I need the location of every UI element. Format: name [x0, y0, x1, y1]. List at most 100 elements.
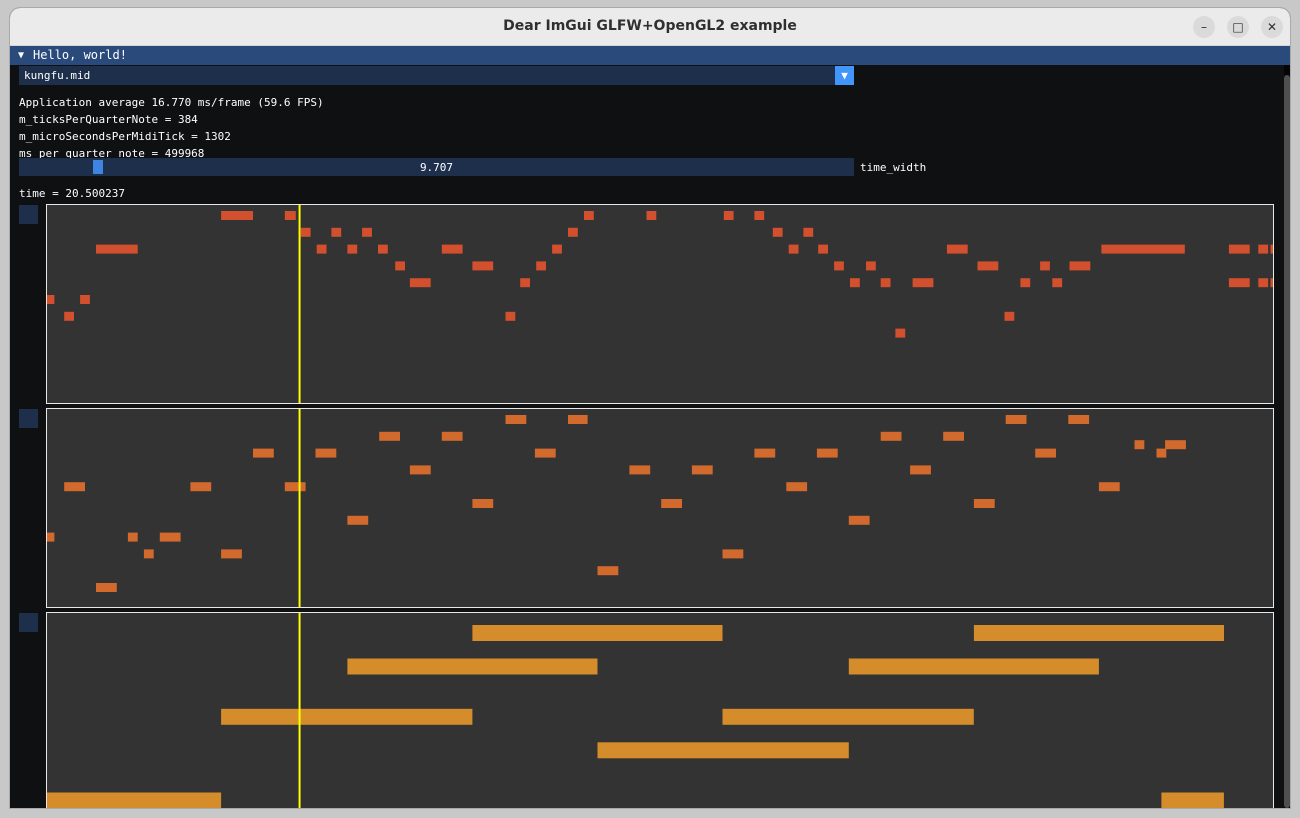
note-t1-15: [378, 244, 388, 254]
note-t2-21: [64, 482, 85, 492]
track-2-button[interactable]: [19, 409, 38, 428]
note-t1-42: [1270, 278, 1273, 288]
note-t2-10: [253, 448, 274, 458]
note-t2-9: [1165, 440, 1186, 450]
note-t2-18: [629, 465, 651, 475]
note-t1-33: [409, 278, 431, 288]
note-t3-8: [1161, 792, 1224, 808]
note-t1-19: [818, 244, 828, 254]
note-t3-1: [973, 625, 1224, 641]
note-t2-14: [816, 448, 838, 458]
note-t2-3: [1068, 415, 1090, 424]
note-t2-26: [472, 499, 494, 508]
note-t3-5: [722, 708, 974, 725]
note-t3-2: [347, 658, 598, 675]
track-3-piano-roll: [46, 612, 1274, 808]
note-t1-14: [347, 244, 358, 254]
note-t2-25: [1098, 482, 1120, 492]
note-t1-17: [552, 244, 562, 254]
note-t1-7: [331, 227, 342, 237]
note-t2-38: [96, 583, 117, 592]
note-t2-2: [1005, 415, 1027, 424]
note-t1-0: [221, 211, 253, 220]
note-t1-43: [47, 295, 55, 304]
note-t1-32: [1069, 261, 1091, 271]
note-t2-29: [347, 515, 369, 525]
note-t1-44: [80, 295, 90, 304]
note-t3-4: [221, 708, 473, 725]
note-t1-12: [96, 244, 138, 254]
note-t1-1: [284, 211, 296, 220]
note-t2-30: [848, 515, 870, 525]
note-t1-35: [850, 278, 860, 288]
midi-file-combo[interactable]: kungfu.mid ▼: [19, 66, 854, 85]
track-1-button[interactable]: [19, 205, 38, 224]
slider-value: 9.707: [419, 161, 454, 174]
note-t1-24: [1270, 244, 1273, 254]
window-title: Dear ImGui GLFW+OpenGL2 example: [503, 18, 797, 34]
imgui-window-titlebar[interactable]: ▼ Hello, world!: [10, 46, 1290, 65]
note-t1-8: [362, 227, 372, 237]
track-2-notes: [47, 409, 1186, 607]
note-t3-7: [47, 792, 222, 808]
note-t1-16: [441, 244, 463, 254]
note-t2-36: [722, 549, 744, 559]
note-t2-34: [143, 549, 154, 559]
note-t1-41: [1258, 278, 1269, 288]
track-3-notes: [47, 613, 1224, 808]
note-t1-18: [788, 244, 799, 254]
note-t1-46: [505, 311, 516, 321]
note-t3-6: [597, 742, 849, 759]
app-client-area: ▼ Hello, world! kungfu.mid ▼ Application…: [10, 46, 1290, 808]
track-3-button[interactable]: [19, 613, 38, 632]
note-t1-29: [866, 261, 876, 271]
note-t2-20: [910, 465, 931, 475]
note-t2-35: [221, 549, 242, 559]
track-1-piano-roll: [46, 204, 1274, 404]
note-t2-16: [1156, 448, 1167, 458]
fps-text: Application average 16.770 ms/frame (59.…: [19, 96, 324, 109]
maximize-icon[interactable]: □: [1227, 16, 1249, 38]
note-t2-22: [190, 482, 212, 492]
note-t1-21: [1101, 244, 1185, 254]
close-icon[interactable]: ✕: [1261, 16, 1283, 38]
note-t2-6: [880, 431, 902, 441]
note-t1-40: [1228, 278, 1250, 288]
note-t1-34: [520, 278, 530, 288]
note-t1-4: [723, 211, 734, 220]
minimize-icon[interactable]: –: [1193, 16, 1215, 38]
note-t3-0: [472, 625, 723, 641]
note-t1-26: [472, 261, 494, 271]
note-t1-28: [834, 261, 844, 271]
note-t2-5: [441, 431, 463, 441]
combo-value: kungfu.mid: [24, 69, 91, 82]
note-t1-27: [536, 261, 546, 271]
note-t2-4: [379, 431, 400, 441]
note-t1-11: [803, 227, 814, 237]
note-t2-0: [505, 415, 527, 424]
note-t2-17: [409, 465, 431, 475]
note-t1-20: [946, 244, 968, 254]
note-t1-6: [300, 227, 311, 237]
note-t2-7: [943, 431, 964, 441]
time-text: time = 20.500237: [19, 187, 125, 200]
note-t1-36: [880, 278, 891, 288]
note-t2-24: [786, 482, 808, 492]
note-t1-23: [1258, 244, 1269, 254]
note-t3-3: [848, 658, 1099, 675]
collapse-arrow-icon[interactable]: ▼: [18, 46, 24, 65]
note-t2-28: [973, 499, 995, 508]
note-t1-45: [64, 311, 74, 321]
imgui-window-title: Hello, world!: [33, 48, 127, 62]
time-width-slider[interactable]: 9.707: [19, 158, 854, 176]
note-t1-22: [1228, 244, 1250, 254]
note-t1-25: [395, 261, 405, 271]
note-t1-2: [584, 211, 594, 220]
scrollbar-thumb[interactable]: [1284, 75, 1290, 808]
note-t2-37: [597, 566, 619, 576]
note-t1-38: [1020, 278, 1031, 288]
ticks-per-quarter-text: m_ticksPerQuarterNote = 384: [19, 113, 198, 126]
chevron-down-icon[interactable]: ▼: [835, 66, 854, 85]
vertical-scrollbar[interactable]: [1284, 65, 1290, 808]
window-titlebar[interactable]: Dear ImGui GLFW+OpenGL2 example – □ ✕: [10, 8, 1290, 46]
